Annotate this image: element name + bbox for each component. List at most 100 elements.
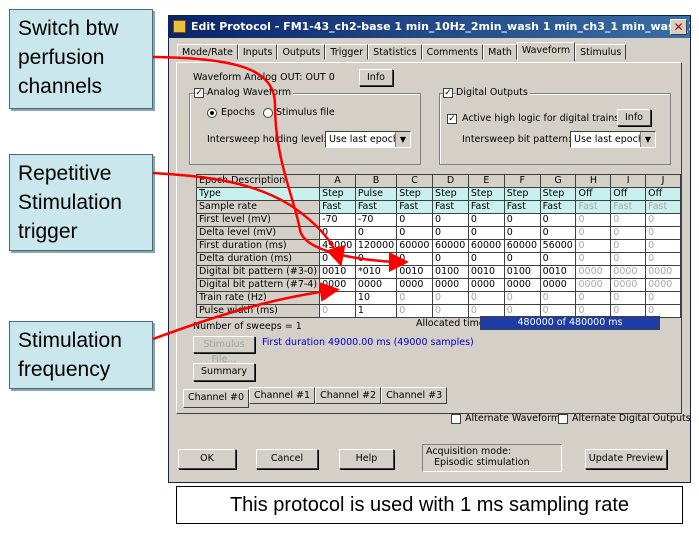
table-cell[interactable]: 0 [575,252,612,266]
table-cell[interactable]: 0 [575,239,612,253]
table-cell[interactable]: 0000 [396,278,434,292]
table-cell[interactable]: Fast [319,200,356,214]
stimulus-file-button[interactable]: Stimulus File... [193,336,255,365]
table-cell[interactable]: 0 [354,226,398,240]
table-cell[interactable]: 0010 [467,265,505,279]
table-cell[interactable]: Fast [539,200,577,214]
table-cell[interactable]: -70 [354,213,398,227]
table-cell[interactable]: 0 [467,213,505,227]
table-cell[interactable]: 0 [610,252,647,266]
table-cell[interactable]: Step [503,187,541,201]
update-preview-button[interactable]: Update Preview [585,449,667,469]
table-cell[interactable]: 60000 [467,239,505,253]
cancel-button[interactable]: Cancel [256,449,318,469]
analog-info-button[interactable]: Info [359,69,393,86]
alternate-waveforms-checkbox[interactable] [451,414,461,424]
tab-mode-rate[interactable]: Mode/Rate [177,44,238,60]
table-cell[interactable]: 0 [539,226,577,240]
tab-stimulus[interactable]: Stimulus [575,44,627,60]
table-cell[interactable]: 0 [575,226,612,240]
table-cell[interactable]: 0000 [467,278,505,292]
table-cell[interactable]: 0000 [354,278,398,292]
table-cell[interactable]: 0100 [503,265,541,279]
table-cell[interactable]: Off [610,187,647,201]
table-cell[interactable]: 0 [432,291,469,305]
table-cell[interactable]: 10 [354,291,398,305]
table-cell[interactable]: Fast [467,200,505,214]
active-high-checkbox[interactable]: ✓ [447,114,457,124]
table-cell[interactable]: 0 [396,291,434,305]
table-cell[interactable]: 49000 [319,239,356,253]
table-cell[interactable]: Step [467,187,505,201]
tab-waveform[interactable]: Waveform [516,42,576,61]
table-cell[interactable]: 0 [467,226,505,240]
table-cell[interactable]: Fast [503,200,541,214]
table-cell[interactable]: 0 [539,291,577,305]
table-cell[interactable]: 0000 [645,278,681,292]
table-cell[interactable]: 0000 [645,265,681,279]
table-cell[interactable]: 0 [432,226,469,240]
table-cell[interactable]: 0 [467,291,505,305]
table-cell[interactable]: 0100 [432,265,469,279]
table-cell[interactable]: 0 [467,252,505,266]
table-cell[interactable]: 0 [396,226,434,240]
tab-channel-0[interactable]: Channel #0 [183,389,250,408]
table-cell[interactable]: 0 [539,213,577,227]
table-cell[interactable]: 1 [354,304,398,318]
table-cell[interactable]: Off [575,187,612,201]
summary-button[interactable]: Summary [193,363,255,381]
table-cell[interactable]: 0 [539,252,577,266]
table-cell[interactable]: Step [396,187,434,201]
table-cell[interactable]: 0 [319,226,356,240]
table-cell[interactable]: 0010 [319,265,356,279]
table-cell[interactable]: 0 [645,252,681,266]
analog-waveform-checkbox[interactable]: ✓ [194,88,204,98]
table-cell[interactable]: Fast [610,200,647,214]
table-cell[interactable]: 0 [645,291,681,305]
table-cell[interactable]: *010 [354,265,398,279]
table-cell[interactable]: Fast [354,200,398,214]
table-cell[interactable]: 0 [610,239,647,253]
tab-channel-1[interactable]: Channel #1 [249,387,316,404]
table-cell[interactable]: 60000 [432,239,469,253]
tab-outputs[interactable]: Outputs [277,44,326,60]
table-cell[interactable]: 0 [610,226,647,240]
table-cell[interactable]: 0 [396,213,434,227]
table-cell[interactable]: 0 [645,239,681,253]
table-cell[interactable]: 0 [503,213,541,227]
tab-trigger[interactable]: Trigger [325,44,369,60]
alternate-digital-checkbox[interactable] [558,414,568,424]
table-cell[interactable]: 0 [503,291,541,305]
table-cell[interactable]: 0 [396,304,434,318]
table-cell[interactable]: 0 [503,226,541,240]
table-cell[interactable]: 60000 [396,239,434,253]
table-cell[interactable]: Fast [396,200,434,214]
table-cell[interactable]: 0 [319,304,356,318]
table-cell[interactable]: 0010 [396,265,434,279]
table-cell[interactable]: Step [432,187,469,201]
digital-info-button[interactable]: Info [617,109,651,126]
table-cell[interactable]: 0 [432,213,469,227]
ok-button[interactable]: OK [178,449,236,469]
tab-channel-3[interactable]: Channel #3 [381,387,448,404]
table-cell[interactable]: 0 [432,252,469,266]
table-cell[interactable]: 0000 [319,278,356,292]
tab-channel-2[interactable]: Channel #2 [315,387,382,404]
tab-math[interactable]: Math [483,44,517,60]
table-cell[interactable]: 0000 [575,278,612,292]
table-cell[interactable]: 0 [610,213,647,227]
table-cell[interactable]: Fast [432,200,469,214]
table-cell[interactable]: Fast [575,200,612,214]
table-cell[interactable]: -70 [319,213,356,227]
epochs-radio[interactable] [207,108,217,118]
table-cell[interactable]: 0000 [432,278,469,292]
tab-inputs[interactable]: Inputs [237,44,278,60]
table-cell[interactable]: 60000 [503,239,541,253]
intersweep-holding-select[interactable]: Use last epoch ▼ [325,131,411,148]
dialog-titlebar[interactable]: Edit Protocol - FM1-43_ch2-base 1 min_10… [169,16,690,38]
table-cell[interactable]: 0 [575,213,612,227]
table-cell[interactable]: 56000 [539,239,577,253]
table-cell[interactable]: Step [539,187,577,201]
table-cell[interactable]: 0 [503,252,541,266]
table-cell[interactable]: 0 [645,213,681,227]
